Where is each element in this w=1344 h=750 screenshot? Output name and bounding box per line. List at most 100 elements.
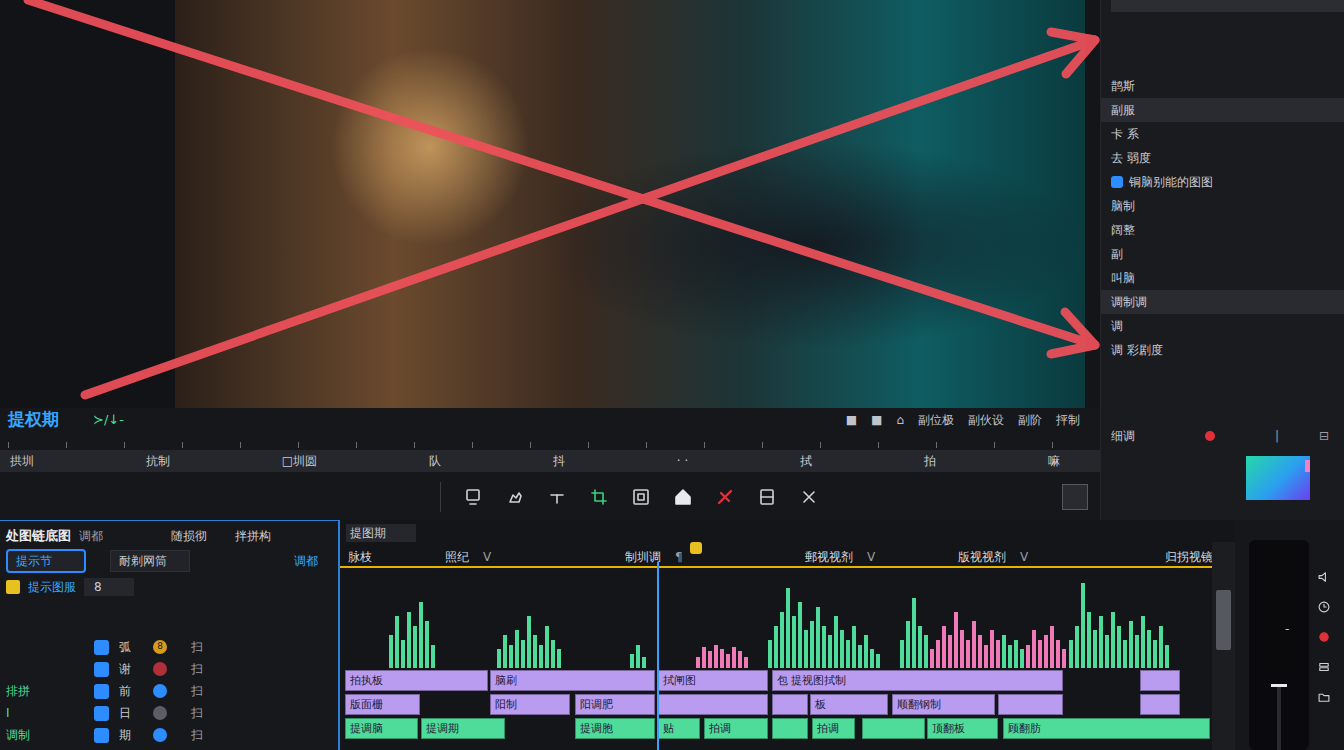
inspector-item[interactable]: 调制调 [1101, 290, 1344, 314]
track-dot[interactable] [153, 706, 167, 720]
marker-icon[interactable] [690, 542, 702, 554]
search-field[interactable]: 提示节 [6, 549, 86, 573]
timeline-clip[interactable]: 脑刷 [490, 670, 655, 691]
track-dot[interactable] [153, 728, 167, 742]
timeline-clip[interactable] [1140, 694, 1180, 715]
waveform-bar [1050, 626, 1054, 668]
ruler-marker[interactable]: V [1020, 550, 1028, 564]
folder-icon[interactable] [1317, 690, 1331, 704]
timeline-clip[interactable] [998, 694, 1063, 715]
inspector-item[interactable]: 铜脑别能的图图 [1101, 170, 1344, 194]
timeline-scrollbar[interactable] [1212, 542, 1235, 750]
viewer-control[interactable]: ■ [871, 411, 882, 429]
timeline-clip[interactable] [862, 718, 925, 739]
inspector-item[interactable]: 脑制 [1101, 194, 1344, 218]
track-toggle[interactable] [94, 728, 109, 743]
timeline-clip[interactable]: 顺翻钢制 [892, 694, 995, 715]
viewer-control[interactable]: 抨制 [1056, 411, 1080, 429]
record-icon[interactable] [1317, 630, 1331, 644]
viewer-control[interactable]: 副阶 [1018, 411, 1042, 429]
volume-slider[interactable]: - [1249, 540, 1309, 750]
timeline-clip[interactable] [772, 694, 808, 715]
timeline-clip[interactable]: 阳制 [490, 694, 570, 715]
playhead[interactable] [657, 562, 659, 750]
timeline-clip[interactable]: 板 [810, 694, 888, 715]
inspector-item[interactable]: 调 [1101, 314, 1344, 338]
timeline-clip[interactable] [772, 718, 808, 739]
ruler-marker[interactable]: V [483, 550, 491, 564]
folder-icon[interactable] [6, 580, 20, 594]
filter-option[interactable]: 调都 [294, 552, 318, 570]
timeline-clip[interactable] [1140, 670, 1180, 691]
timeline-clip[interactable]: 拍调 [704, 718, 768, 739]
timeline-clip[interactable] [658, 694, 768, 715]
hand-icon[interactable] [505, 487, 525, 507]
track-dot[interactable] [153, 662, 167, 676]
column-header[interactable]: 拌拼构 [235, 527, 271, 545]
expand-button[interactable] [1062, 484, 1088, 510]
track-toggle[interactable] [94, 662, 109, 677]
timeline-clip[interactable]: 顾翻肪 [1003, 718, 1210, 739]
viewer-ruler[interactable] [8, 432, 1092, 448]
ruler-marker[interactable]: ¶ [675, 550, 683, 564]
timeline-clip[interactable]: 拍执板 [345, 670, 488, 691]
timeline-clip[interactable]: 拍调 [812, 718, 855, 739]
inspector-item[interactable]: 去 弱度 [1101, 146, 1344, 170]
timeline-clip[interactable]: 顶翻板 [927, 718, 998, 739]
ruler-marker[interactable]: V [867, 550, 875, 564]
inspector-item[interactable]: 副 [1101, 242, 1344, 266]
viewer-track[interactable]: 拱圳抗制□圳圆队抖· ·拭拍嘛 [0, 450, 1100, 472]
crop-icon[interactable] [589, 487, 609, 507]
inspector-item[interactable]: 卡 系 [1101, 122, 1344, 146]
track-option[interactable]: 扫 [191, 726, 203, 744]
color-control[interactable]: | [1275, 427, 1279, 445]
track-dot[interactable]: 8 [153, 640, 167, 654]
track-option[interactable]: 扫 [191, 704, 203, 722]
swatch-marker[interactable] [1305, 460, 1310, 472]
close-icon[interactable] [799, 487, 819, 507]
volume-handle[interactable] [1271, 684, 1287, 687]
monitor-icon[interactable] [463, 487, 483, 507]
track-option[interactable]: 扫 [191, 660, 203, 678]
timeline-clip[interactable]: 拭闸图 [658, 670, 768, 691]
track-toggle[interactable] [94, 640, 109, 655]
layers-icon[interactable] [1317, 660, 1331, 674]
track-toggle[interactable] [94, 706, 109, 721]
viewer-control[interactable]: 副位极 [918, 411, 954, 429]
viewer-control[interactable]: ■ [846, 411, 857, 429]
track-toggle[interactable] [94, 684, 109, 699]
home-icon[interactable] [673, 487, 693, 507]
timeline-clip[interactable]: 提调胞 [575, 718, 655, 739]
cut-icon[interactable] [715, 487, 735, 507]
record-icon[interactable] [1205, 431, 1215, 441]
split-icon[interactable] [547, 487, 567, 507]
group-label[interactable]: 提示图服 [28, 578, 76, 596]
inspector-item[interactable]: 鹊斯 [1101, 74, 1344, 98]
speaker-icon[interactable] [1317, 570, 1331, 584]
viewer-control[interactable]: 副伙设 [968, 411, 1004, 429]
inspector-item[interactable]: 阔整 [1101, 218, 1344, 242]
timeline-clip[interactable]: 版面栅 [345, 694, 420, 715]
switch-icon[interactable] [1111, 176, 1123, 188]
column-header[interactable]: 随损彻 [171, 527, 207, 545]
inspector-item[interactable]: 叫脑 [1101, 266, 1344, 290]
timeline-clip[interactable]: 贴 [658, 718, 700, 739]
color-swatch[interactable] [1246, 456, 1310, 500]
clock-icon[interactable] [1317, 600, 1331, 614]
inspector-item[interactable]: 调 彩剧度 [1101, 338, 1344, 362]
film-icon[interactable] [757, 487, 777, 507]
timeline-clip[interactable]: 包 提视图拭制 [772, 670, 1063, 691]
track-option[interactable]: 扫 [191, 682, 203, 700]
timeline-ruler[interactable]: 脉枝照纪V制圳调¶郵视视剂V版视视剂V归拐视镜 [340, 542, 1212, 568]
filter-field[interactable]: 耐剃网筒 [110, 550, 190, 572]
inspector-item[interactable]: 副服 [1101, 98, 1344, 122]
track-dot[interactable] [153, 684, 167, 698]
frame-icon[interactable] [631, 487, 651, 507]
timeline-clip[interactable]: 提调脑 [345, 718, 418, 739]
panel-tab[interactable]: 调都 [79, 527, 103, 545]
timeline-clip[interactable]: 阳调肥 [575, 694, 655, 715]
viewer-control[interactable]: ⌂ [896, 411, 904, 429]
timeline-clip[interactable]: 提调期 [421, 718, 505, 739]
track-option[interactable]: 扫 [191, 638, 203, 656]
color-control[interactable]: ⊟ [1319, 427, 1329, 445]
